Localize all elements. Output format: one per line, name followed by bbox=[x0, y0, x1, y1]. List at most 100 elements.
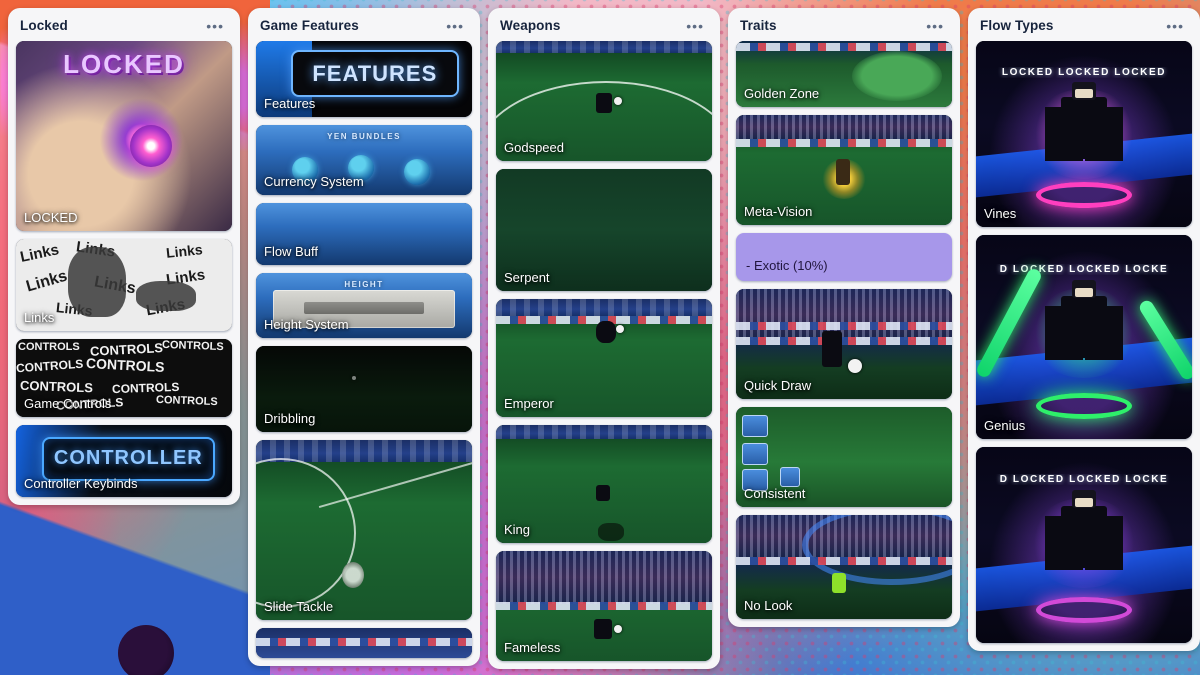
board-card[interactable] bbox=[256, 628, 472, 658]
card-cover: LOCKED bbox=[16, 41, 232, 231]
board-card[interactable]: YEN BUNDLES Currency System bbox=[256, 125, 472, 195]
column-card-list: FEATURES Features YEN BUNDLES Currency Syst… bbox=[248, 41, 480, 666]
card-label: King bbox=[504, 522, 531, 537]
player-figure bbox=[596, 321, 616, 343]
board-card[interactable]: Godspeed bbox=[496, 41, 712, 161]
card-cover-art bbox=[256, 440, 472, 620]
card-label: Slide Tackle bbox=[264, 599, 334, 614]
currency-coin-icon bbox=[404, 159, 430, 185]
player-figure bbox=[822, 331, 842, 367]
column-header: Weapons ••• bbox=[488, 8, 720, 41]
graffiti-word: Links bbox=[18, 241, 61, 266]
graffiti-word: CONTROLS bbox=[161, 339, 224, 354]
locked-banner-text: D LOCKED LOCKED LOCKE bbox=[999, 474, 1169, 486]
card-label: Quick Draw bbox=[744, 378, 812, 393]
graffiti-word: Links bbox=[24, 267, 70, 296]
column-title[interactable]: Weapons bbox=[500, 18, 560, 33]
column-header: Flow Types ••• bbox=[968, 8, 1200, 41]
board-card[interactable]: King bbox=[496, 425, 712, 543]
board-card[interactable]: Flow Buff bbox=[256, 203, 472, 265]
more-options-icon[interactable]: ••• bbox=[1162, 19, 1188, 33]
card-label: Features bbox=[264, 96, 316, 111]
board-card[interactable]: Consistent bbox=[736, 407, 952, 507]
graffiti-word: CONTROLS bbox=[85, 354, 165, 376]
column-card-list: LOCKEDLOCKEDLinksLinksLinksLinksLinksLin… bbox=[8, 41, 240, 505]
board-column: Locked ••• LOCKED LOCKED Links Links Links Link… bbox=[8, 8, 240, 505]
column-title[interactable]: Game Features bbox=[260, 18, 359, 33]
board-card[interactable]: Quick Draw bbox=[736, 289, 952, 399]
board-card[interactable]: Golden Zone bbox=[736, 41, 952, 107]
board-card[interactable]: CONTROLS CONTROLS CONTROLS CONTROLS CONTROLS… bbox=[16, 339, 232, 417]
board-column: Game Features ••• FEATURES Features YEN BUND… bbox=[248, 8, 480, 666]
card-cover-art: LOCKED LOCKED LOCKED bbox=[976, 41, 1192, 227]
controller-title: CONTROLLER bbox=[53, 447, 203, 470]
player-figure bbox=[832, 573, 846, 593]
card-cover bbox=[256, 628, 472, 658]
soccer-ball bbox=[848, 359, 862, 373]
board-card[interactable]: Slide Tackle bbox=[256, 440, 472, 620]
board-card[interactable]: Meta-Vision bbox=[736, 115, 952, 225]
board-card[interactable]: Dribbling bbox=[256, 346, 472, 432]
board-column: Weapons ••• Godspeed Serpent Emperor King Fame… bbox=[488, 8, 720, 669]
board-card[interactable]: Fameless bbox=[496, 551, 712, 661]
card-cover-art: D LOCKED LOCKED LOCKE bbox=[976, 235, 1192, 439]
column-title[interactable]: Traits bbox=[740, 18, 777, 33]
board-card[interactable]: D LOCKED LOCKED LOCKE bbox=[976, 447, 1192, 643]
card-cover-art bbox=[256, 628, 472, 658]
card-label: Vines bbox=[984, 206, 1017, 221]
player-figure bbox=[836, 159, 850, 185]
character-silhouette bbox=[136, 281, 196, 311]
soccer-ball bbox=[614, 97, 622, 105]
soccer-ball bbox=[352, 376, 356, 380]
card-cover-art: LOCKED bbox=[16, 41, 232, 231]
card-cover: D LOCKED LOCKED LOCKE bbox=[976, 235, 1192, 439]
column-card-list: Godspeed Serpent Emperor King Fameless bbox=[488, 41, 720, 669]
soccer-ball bbox=[614, 625, 622, 633]
board-card[interactable]: CONTROLLER Controller Keybinds bbox=[16, 425, 232, 497]
card-label: Controller Keybinds bbox=[24, 476, 138, 491]
board-card[interactable]: FEATURES Features bbox=[256, 41, 472, 117]
column-card-list: Golden Zone Meta-Vision - Exotic (10%) Quic… bbox=[728, 41, 960, 627]
column-title[interactable]: Flow Types bbox=[980, 18, 1054, 33]
more-options-icon[interactable]: ••• bbox=[202, 19, 228, 33]
card-label: Game Controls bbox=[24, 396, 112, 411]
controller-frame: CONTROLLER bbox=[41, 436, 215, 482]
card-label: Currency System bbox=[264, 174, 364, 189]
card-label: No Look bbox=[744, 598, 793, 613]
card-cover-art: D LOCKED LOCKED LOCKE bbox=[976, 447, 1192, 643]
board-card[interactable]: LOCKED LOCKED bbox=[16, 41, 232, 231]
features-frame: FEATURES bbox=[290, 50, 460, 98]
board-card[interactable]: LOCKED LOCKED LOCKED Vines bbox=[976, 41, 1192, 227]
board-card[interactable]: Serpent bbox=[496, 169, 712, 291]
card-label: Golden Zone bbox=[744, 86, 820, 101]
graffiti-word: CONTROLS bbox=[18, 341, 80, 353]
card-cover: D LOCKED LOCKED LOCKE bbox=[976, 447, 1192, 643]
board-card[interactable]: - Exotic (10%) bbox=[736, 233, 952, 281]
graffiti-word: CONTROLS bbox=[19, 377, 94, 396]
column-title[interactable]: Locked bbox=[20, 18, 68, 33]
more-options-icon[interactable]: ••• bbox=[682, 19, 708, 33]
more-options-icon[interactable]: ••• bbox=[442, 19, 468, 33]
card-label: LOCKED bbox=[24, 210, 78, 225]
soccer-ball bbox=[616, 325, 624, 333]
board-column: Traits ••• Golden Zone Meta-Vision - Exotic … bbox=[728, 8, 960, 627]
card-label: - Exotic (10%) bbox=[746, 258, 828, 273]
character-silhouette bbox=[68, 247, 126, 317]
board-card[interactable]: LinksLinksLinksLinksLinksLinksLinksLinks… bbox=[16, 239, 232, 331]
card-label: Meta-Vision bbox=[744, 204, 813, 219]
card-cover: LOCKED LOCKED LOCKED bbox=[976, 41, 1192, 227]
board-column: Flow Types ••• LOCKED LOCKED LOCKED Vines D … bbox=[968, 8, 1200, 651]
board-card[interactable]: Emperor bbox=[496, 299, 712, 417]
card-label: Fameless bbox=[504, 640, 561, 655]
card-label: Dribbling bbox=[264, 411, 316, 426]
anime-eye bbox=[130, 124, 173, 167]
column-card-list: LOCKED LOCKED LOCKED Vines D LOCKED LOCKED… bbox=[968, 41, 1200, 651]
more-options-icon[interactable]: ••• bbox=[922, 19, 948, 33]
column-header: Game Features ••• bbox=[248, 8, 480, 41]
height-panel-button bbox=[303, 301, 425, 314]
board-card[interactable]: No Look bbox=[736, 515, 952, 619]
card-label: Consistent bbox=[744, 486, 806, 501]
player-figure bbox=[594, 619, 612, 639]
board-card[interactable]: D LOCKED LOCKED LOCKE Genius bbox=[976, 235, 1192, 439]
board-card[interactable]: HEIGHT Height System bbox=[256, 273, 472, 338]
